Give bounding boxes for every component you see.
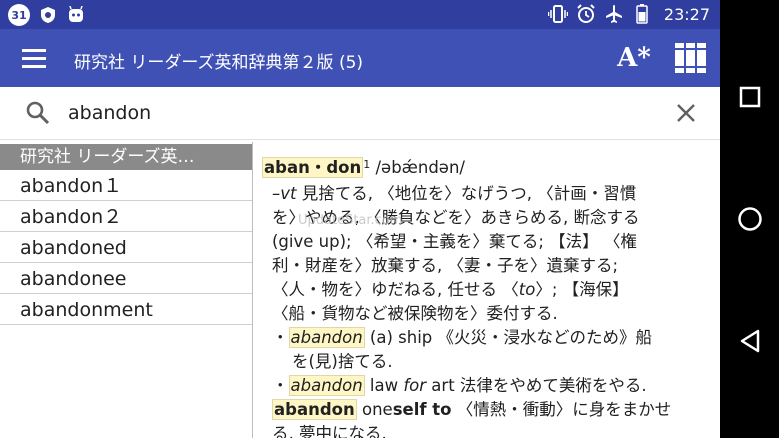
shield-icon xyxy=(38,5,58,25)
list-item[interactable]: abandonment xyxy=(0,295,252,325)
close-icon[interactable] xyxy=(672,99,700,127)
navigation-bar xyxy=(720,0,779,438)
font-size-button[interactable]: A* xyxy=(614,39,654,77)
airplane-icon xyxy=(604,4,624,24)
back-icon[interactable] xyxy=(720,311,779,371)
dictionaries-icon[interactable] xyxy=(672,41,710,75)
calendar-badge: 31 xyxy=(8,4,30,26)
definition-text: (give up); 〈希望・主義を〉棄てる; 【法】 〈権 xyxy=(272,232,637,251)
phrase-text: る, 夢中になる. xyxy=(272,424,387,438)
definition-panel: aban・don 1 /əbǽndən/ –vt 見捨てる, 〈地位を〉なげうつ,… xyxy=(262,150,712,438)
example-keyword[interactable]: abandon xyxy=(288,327,365,348)
list-item[interactable]: abandon１ xyxy=(0,171,252,201)
definition-text: to xyxy=(518,280,536,299)
example-text: art 法律をやめて美術をやる. xyxy=(426,376,647,395)
search-bar xyxy=(0,87,720,140)
definition-text: 〈船・貨物など被保険物を〉委付する. xyxy=(272,304,558,323)
search-input[interactable] xyxy=(66,97,660,129)
part-of-speech: –vt xyxy=(272,184,297,203)
homograph-number: 1 xyxy=(363,158,371,171)
definition-text: 〈人・物を〉ゆだねる, 任せる 〈 xyxy=(272,280,519,299)
definition-text: 利・財産を〉放棄する, 〈妻・子を〉遺棄する; xyxy=(272,256,619,275)
example-text: (a) ship 《火災・浸水などのため》船 xyxy=(364,328,653,347)
app-bar: 研究社 リーダーズ英和辞典第２版 (5) A* xyxy=(0,29,720,87)
android-app-icon xyxy=(66,5,86,25)
clock: 23:27 xyxy=(663,4,710,24)
phrase-text: self to xyxy=(392,400,452,419)
vibrate-icon xyxy=(547,4,568,24)
status-bar: 31 23:27 xyxy=(0,0,720,29)
recents-icon[interactable] xyxy=(720,67,779,127)
headword: aban・don xyxy=(262,157,364,178)
example-text: を(見)捨てる. xyxy=(292,352,393,371)
phrase-keyword[interactable]: abandon xyxy=(272,399,357,420)
example-bullet: ・ xyxy=(272,376,289,395)
alarm-icon xyxy=(576,4,596,24)
phrase-text: one xyxy=(356,400,393,419)
list-item[interactable]: abandon２ xyxy=(0,202,252,232)
example-keyword[interactable]: abandon xyxy=(288,375,365,396)
list-item[interactable]: abandoned xyxy=(0,233,252,263)
result-list: 研究社 リーダーズ英… abandon１ abandon２ abandoned … xyxy=(0,142,253,438)
phrase-text: 〈情熱・衝動〉に身をまかせ xyxy=(451,400,672,419)
battery-icon xyxy=(632,4,652,24)
menu-icon[interactable] xyxy=(16,45,52,73)
example-text: for xyxy=(403,376,427,395)
list-item[interactable]: abandonee xyxy=(0,264,252,294)
dictionary-header[interactable]: 研究社 リーダーズ英… xyxy=(0,144,252,170)
search-icon[interactable] xyxy=(24,99,52,127)
pronunciation: /əbǽndən/ xyxy=(375,158,465,177)
definition-text: 見捨てる, 〈地位を〉なげうつ, 〈計画・習慣 xyxy=(296,184,637,203)
watermark: UpdateStar.com xyxy=(298,213,403,228)
page-title: 研究社 リーダーズ英和辞典第２版 (5) xyxy=(74,53,364,73)
example-bullet: ・ xyxy=(272,328,289,347)
home-icon[interactable] xyxy=(720,189,779,249)
definition-text: 〉; 【海保】 xyxy=(535,280,629,299)
example-text: law xyxy=(364,376,404,395)
